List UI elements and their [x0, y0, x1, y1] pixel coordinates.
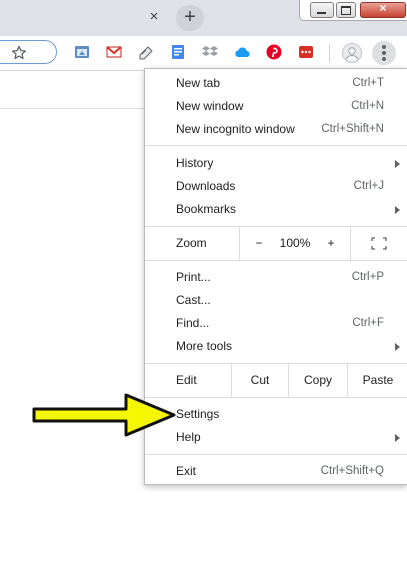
drive-extension-icon[interactable] [74, 44, 90, 60]
menu-item-history[interactable]: History [145, 152, 407, 175]
menu-item-label: Downloads [176, 179, 236, 193]
menu-item-bookmarks[interactable]: Bookmarks [145, 198, 407, 221]
pinterest-icon[interactable] [266, 44, 282, 60]
menu-item-more-tools[interactable]: More tools [145, 335, 407, 358]
edit-label: Edit [176, 373, 197, 387]
cut-button[interactable]: Cut [232, 364, 288, 397]
menu-item-label: Bookmarks [176, 202, 237, 216]
menu-item-shortcut: Ctrl+T [352, 77, 384, 89]
window-controls: × [299, 0, 407, 21]
menu-item-label: Cast... [176, 293, 211, 307]
docs-extension-icon[interactable] [170, 44, 186, 60]
menu-separator [145, 260, 407, 261]
menu-item-find[interactable]: Find... Ctrl+F [145, 312, 407, 335]
menu-item-shortcut: Ctrl+F [352, 317, 384, 329]
menu-item-label: Settings [176, 407, 220, 421]
zoom-level-value: 100% [279, 236, 311, 250]
menu-item-shortcut: Ctrl+P [351, 271, 384, 283]
page-divider [0, 108, 145, 109]
restore-button[interactable] [336, 2, 356, 18]
minimize-icon [317, 12, 326, 14]
yellow-arrow-icon [32, 393, 176, 437]
toolbar-separator [329, 44, 330, 62]
profile-avatar-icon[interactable] [342, 43, 362, 63]
zoom-out-button[interactable]: − [245, 227, 273, 260]
tab-close-icon[interactable]: × [144, 7, 164, 27]
browser-toolbar [0, 36, 407, 71]
chrome-main-menu: New tab Ctrl+T New window Ctrl+N New inc… [144, 68, 407, 485]
menu-item-label: Find... [176, 316, 210, 330]
menu-item-exit[interactable]: Exit Ctrl+Shift+Q [145, 460, 407, 483]
address-bar[interactable] [0, 40, 57, 64]
menu-item-label: New window [176, 99, 244, 113]
dropbox-icon[interactable] [202, 44, 218, 60]
new-tab-button[interactable]: + [176, 5, 204, 31]
minimize-button[interactable] [310, 2, 334, 18]
menu-item-label: New tab [176, 76, 221, 90]
gmail-extension-icon[interactable] [106, 44, 122, 60]
restore-icon [341, 6, 351, 15]
menu-item-label: Exit [176, 464, 197, 478]
zoom-in-button[interactable]: + [317, 227, 345, 260]
menu-dot-icon [382, 45, 386, 49]
zoom-label: Zoom [176, 236, 207, 250]
menu-item-label: Print... [176, 270, 211, 284]
menu-item-label: New incognito window [176, 122, 295, 136]
menu-item-cast[interactable]: Cast... [145, 289, 407, 312]
chrome-menu-button[interactable] [372, 41, 396, 65]
menu-item-print[interactable]: Print... Ctrl+P [145, 266, 407, 289]
menu-separator [145, 454, 407, 455]
menu-separator [145, 397, 407, 398]
submenu-arrow-icon [395, 206, 400, 214]
menu-separator [145, 145, 407, 146]
menu-item-shortcut: Ctrl+N [351, 100, 384, 112]
menu-item-label: History [176, 156, 214, 170]
tab-strip: × + × [0, 0, 407, 36]
menu-item-new-tab[interactable]: New tab Ctrl+T [145, 72, 407, 95]
zoom-divider [239, 227, 240, 260]
submenu-arrow-icon [395, 160, 400, 168]
fullscreen-icon[interactable] [371, 237, 387, 250]
menu-dot-icon [382, 51, 386, 55]
menu-item-shortcut: Ctrl+J [353, 180, 384, 192]
zoom-divider [350, 227, 351, 260]
todo-extension-icon[interactable] [138, 44, 154, 60]
menu-item-new-window[interactable]: New window Ctrl+N [145, 95, 407, 118]
paste-button[interactable]: Paste [348, 364, 407, 397]
window-close-button[interactable]: × [360, 1, 406, 18]
star-icon[interactable] [11, 45, 27, 61]
menu-edit-row: Edit Cut Copy Paste [145, 364, 407, 397]
copy-button[interactable]: Copy [289, 364, 347, 397]
window-close-icon: × [379, 1, 387, 15]
more-extension-icon[interactable] [298, 44, 314, 60]
menu-item-label: More tools [176, 339, 233, 353]
menu-item-downloads[interactable]: Downloads Ctrl+J [145, 175, 407, 198]
menu-item-new-incognito-window[interactable]: New incognito window Ctrl+Shift+N [145, 118, 407, 141]
submenu-arrow-icon [395, 343, 400, 351]
menu-item-help[interactable]: Help [145, 426, 407, 449]
submenu-arrow-icon [395, 434, 400, 442]
cloud-icon[interactable] [234, 44, 250, 60]
menu-item-shortcut: Ctrl+Shift+Q [320, 465, 384, 477]
menu-item-settings[interactable]: Settings [145, 403, 407, 426]
menu-item-shortcut: Ctrl+Shift+N [321, 123, 384, 135]
menu-dot-icon [382, 57, 386, 61]
menu-zoom-row: Zoom − 100% + [145, 227, 407, 260]
